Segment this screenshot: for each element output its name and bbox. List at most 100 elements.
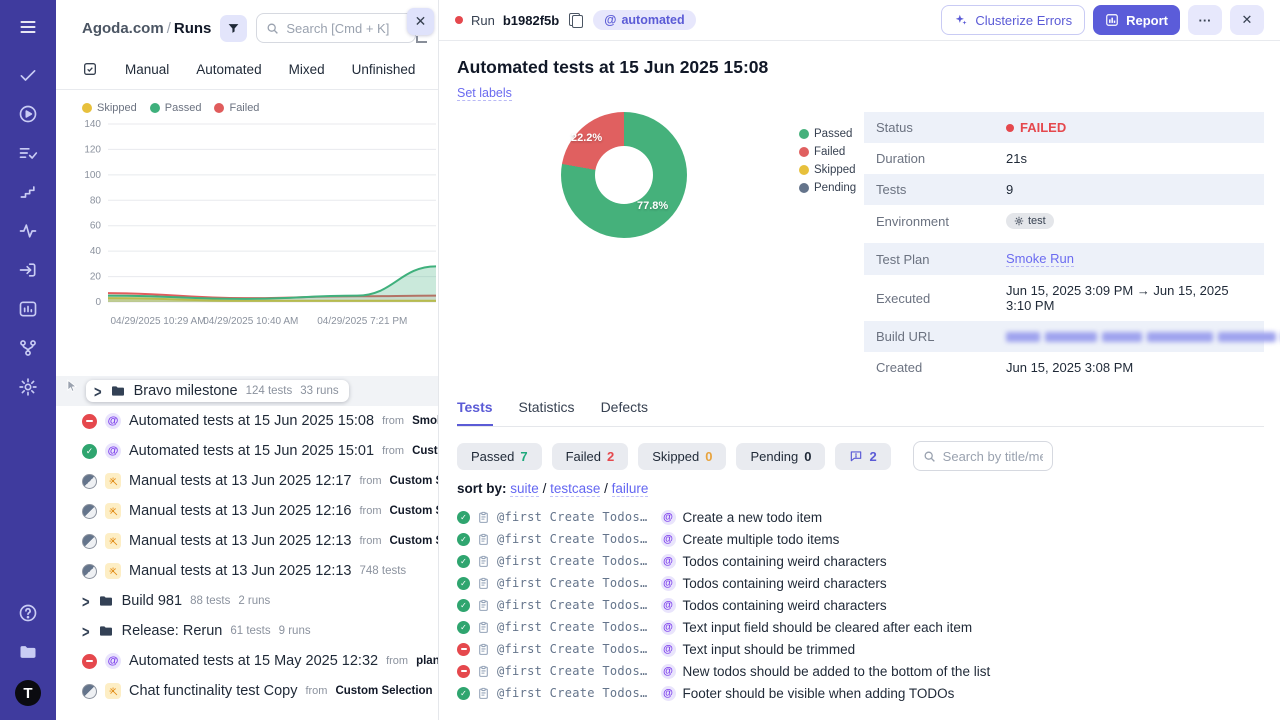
donut-legend-skipped: Skipped <box>799 164 856 176</box>
test-row[interactable]: @first Create Todos… @ Create a new todo i… <box>457 506 1264 528</box>
runs-tab-unfinished[interactable]: Unfinished <box>352 62 416 77</box>
environment-pill[interactable]: test <box>1006 213 1054 229</box>
comments-pill[interactable]: 2 <box>835 442 891 470</box>
svg-text:40: 40 <box>90 246 102 257</box>
area-chart: 0 20 40 60 80 100 120 140 04/29/2025 10:29 AM 04/… <box>70 114 438 336</box>
more-button[interactable]: ··· <box>1188 5 1222 35</box>
run-list-item[interactable]: > Build 981 88 tests 2 runs <box>56 586 438 616</box>
test-row[interactable]: @first Create Todos… @ Todos containing we… <box>457 572 1264 594</box>
left-rail: T <box>0 0 56 720</box>
test-status-passed-icon <box>457 510 470 524</box>
run-list-item[interactable]: @ Automated tests at 15 May 2025 12:32 fro… <box>56 646 438 676</box>
test-row[interactable]: @first Create Todos… @ Footer should be vi… <box>457 682 1264 704</box>
test-plan-link[interactable]: Smoke Run <box>1006 251 1074 267</box>
sort-by-suite[interactable]: suite <box>510 481 539 497</box>
tab-statistics[interactable]: Statistics <box>519 399 575 426</box>
rail-help-icon[interactable] <box>17 602 39 624</box>
test-row[interactable]: @first Create Todos… @ Text input field sh… <box>457 616 1264 638</box>
run-runs-count: 2 runs <box>238 595 271 607</box>
run-list-item[interactable]: @ Automated tests at 15 Jun 2025 15:08 fro… <box>56 406 438 436</box>
filter-passed-pill[interactable]: Passed 7 <box>457 442 542 470</box>
copy-icon[interactable] <box>569 13 584 28</box>
rail-activity-icon[interactable] <box>17 220 39 242</box>
run-list-item[interactable]: > Bravo milestone 124 tests 33 runs <box>56 376 438 406</box>
blurred-block <box>1006 331 1040 342</box>
svg-text:120: 120 <box>84 144 101 155</box>
tab-tests[interactable]: Tests <box>457 399 493 426</box>
tests-search[interactable] <box>912 441 1053 471</box>
detail-label: Duration <box>876 151 926 166</box>
svg-text:20: 20 <box>90 272 102 283</box>
rail-play-circle-icon[interactable] <box>17 103 39 125</box>
run-topbar: Run b1982f5b @ automated Clusterize Error… <box>439 0 1280 41</box>
panel-close-button[interactable]: ✕ <box>407 8 434 35</box>
filter-button[interactable] <box>220 14 248 42</box>
filter-failed-pill[interactable]: Failed 2 <box>551 442 629 470</box>
test-row[interactable]: @first Create Todos… @ Todos containing we… <box>457 594 1264 616</box>
filter-pending-pill[interactable]: Pending 0 <box>736 442 826 470</box>
detail-row-build-url: Build URL <box>864 321 1276 352</box>
breadcrumb-project[interactable]: Agoda.com <box>82 20 164 37</box>
run-list-item[interactable]: Chat functinality test Copy from Custom Se… <box>56 676 438 706</box>
run-list-item[interactable]: Manual tests at 13 Jun 2025 12:17 from Cus… <box>56 466 438 496</box>
tests-search-input[interactable] <box>942 448 1043 464</box>
filter-skipped-pill[interactable]: Skipped 0 <box>638 442 727 470</box>
legend-label: Failed <box>814 146 846 158</box>
runs-tab-automated[interactable]: Automated <box>196 62 261 77</box>
chevron-right-icon[interactable]: > <box>94 381 102 401</box>
automated-run-icon: @ <box>105 653 121 669</box>
legend-label: Failed <box>229 102 260 114</box>
run-details-table: Status FAILED Duration 21s Tests 9 Environment… <box>864 112 1276 383</box>
donut-legend-passed: Passed <box>799 128 856 140</box>
test-row[interactable]: @first Create Todos… @ Text input should b… <box>457 638 1264 660</box>
rail-list-check-icon[interactable] <box>17 142 39 164</box>
chevron-right-icon[interactable]: > <box>82 591 90 611</box>
run-status-failed-icon <box>82 653 97 669</box>
test-row[interactable]: @first Create Todos… @ Create multiple tod… <box>457 528 1264 550</box>
sort-by-testcase[interactable]: testcase <box>550 481 601 497</box>
test-row[interactable]: @first Create Todos… @ Todos containing we… <box>457 550 1264 572</box>
rail-steps-icon[interactable] <box>17 181 39 203</box>
runs-search[interactable] <box>256 13 417 43</box>
run-list-item-card[interactable]: > Bravo milestone 124 tests 33 runs <box>86 380 349 402</box>
runs-search-input[interactable] <box>286 20 407 36</box>
run-list-item[interactable]: > Release: Rerun 61 tests 9 runs <box>56 616 438 646</box>
automated-test-icon: @ <box>660 641 676 657</box>
rail-check-icon[interactable] <box>17 64 39 86</box>
select-all-icon[interactable] <box>82 61 98 77</box>
run-list-item[interactable]: Manual tests at 13 Jun 2025 12:13 from Cus… <box>56 526 438 556</box>
run-list-item[interactable]: @ Automated tests at 15 Jun 2025 15:01 fro… <box>56 436 438 466</box>
run-list-item[interactable]: Manual tests at 13 Jun 2025 12:16 from Cus… <box>56 496 438 526</box>
tab-defects[interactable]: Defects <box>601 399 648 426</box>
rail-docs-icon[interactable] <box>17 641 39 663</box>
clipboard-icon <box>477 643 490 656</box>
rail-gear-icon[interactable] <box>17 376 39 398</box>
set-labels-link[interactable]: Set labels <box>457 86 512 101</box>
rail-branch-icon[interactable] <box>17 337 39 359</box>
detail-label: Executed <box>876 290 931 306</box>
rail-menu-icon[interactable] <box>17 16 39 38</box>
rail-analytics-icon[interactable] <box>17 298 39 320</box>
runs-tab-mixed[interactable]: Mixed <box>289 62 325 77</box>
run-runs-count: 9 runs <box>278 625 311 637</box>
sort-by-failure[interactable]: failure <box>611 481 649 497</box>
rail-import-icon[interactable] <box>17 259 39 281</box>
run-source: Custom Selection <box>389 535 439 547</box>
svg-text:04/29/2025 10:40 AM: 04/29/2025 10:40 AM <box>203 316 298 327</box>
build-url-blurred <box>1006 331 1280 342</box>
automated-badge[interactable]: @ automated <box>593 10 696 30</box>
test-suite: @first Create Todos… <box>497 554 648 568</box>
donut-legend-pending: Pending <box>799 182 856 194</box>
run-title: Chat functinality test Copy <box>129 683 298 699</box>
run-list-item[interactable]: Manual tests at 13 Jun 2025 12:13 748 tes… <box>56 556 438 586</box>
app-logo[interactable]: T <box>15 680 41 706</box>
test-row[interactable]: @first Create Todos… @ New todos should be… <box>457 660 1264 682</box>
chevron-right-icon[interactable]: > <box>82 621 90 641</box>
detail-row-tests: Tests 9 <box>864 174 1264 205</box>
run-from-label: from <box>382 415 405 427</box>
close-run-button[interactable]: ✕ <box>1230 5 1264 35</box>
runs-tab-manual[interactable]: Manual <box>125 62 169 77</box>
legend-label: Passed <box>814 128 853 140</box>
report-button[interactable]: Report <box>1093 5 1180 35</box>
clusterize-errors-button[interactable]: Clusterize Errors <box>941 5 1086 35</box>
